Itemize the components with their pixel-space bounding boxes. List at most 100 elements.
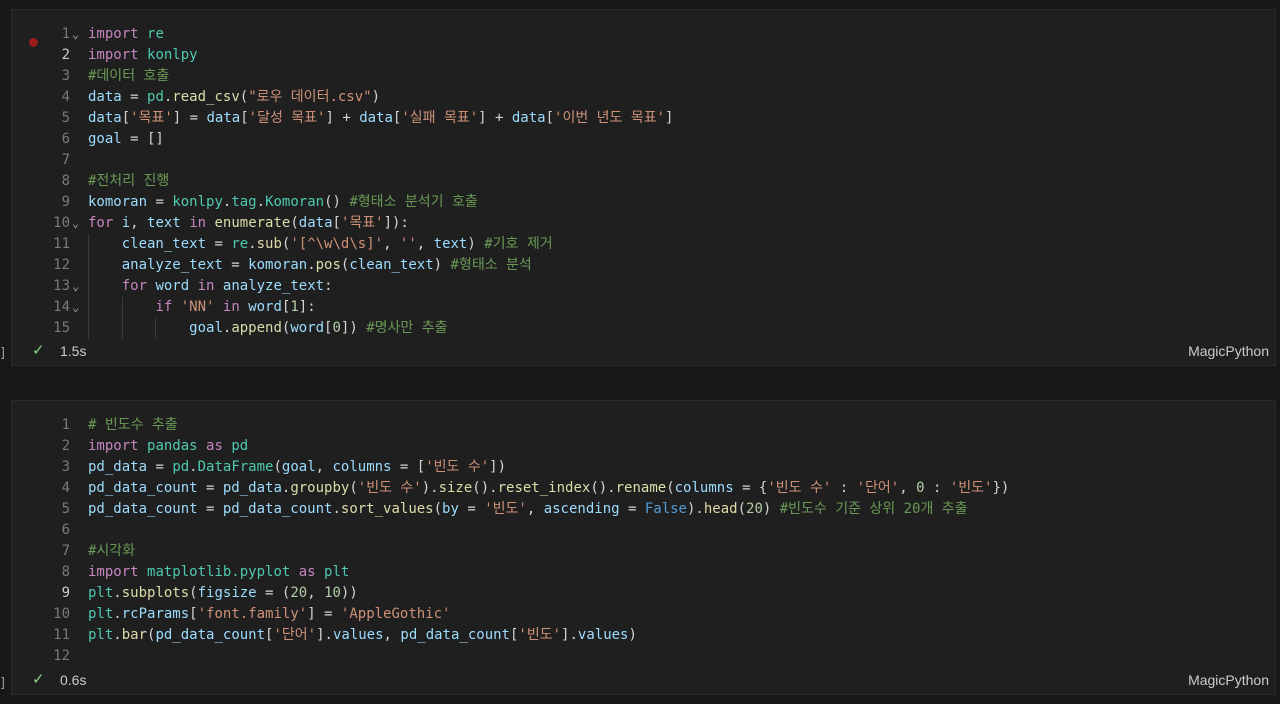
- code-cell-2[interactable]: 1 # 빈도수 추출 2 import pandas as pd 3 pd_data = …: [11, 400, 1276, 695]
- code-token: '실패 목표': [401, 110, 479, 126]
- code-token: figsize: [197, 585, 257, 601]
- code-line[interactable]: 10 plt.rcParams['font.family'] = 'AppleGo…: [12, 604, 1275, 625]
- code-token: 20: [290, 585, 308, 601]
- code-line[interactable]: 10 ⌄ for i, text in enumerate(data['목표']):: [12, 213, 1275, 234]
- code-token: by: [442, 501, 459, 517]
- code-line[interactable]: 1 ⌄ import re: [12, 24, 1275, 45]
- code-token: =: [222, 257, 249, 273]
- code-token: read_csv: [172, 89, 240, 105]
- code-text[interactable]: #데이터 호출: [88, 66, 169, 87]
- execution-time: 1.5s: [60, 343, 87, 359]
- code-token: plt: [88, 627, 114, 643]
- code-token: pos: [315, 257, 341, 273]
- code-line[interactable]: 8 #전처리 진행: [12, 171, 1275, 192]
- code-line[interactable]: 14 ⌄ if 'NN' in word[1]:: [12, 297, 1275, 318]
- code-token: (: [239, 89, 249, 105]
- code-token: data: [206, 110, 241, 126]
- code-text[interactable]: pd_data_count = pd_data_count.sort_value…: [88, 499, 968, 520]
- code-token: ].: [561, 627, 578, 643]
- chevron-down-icon[interactable]: ⌄: [72, 297, 79, 318]
- code-line[interactable]: 9 komoran = konlpy.tag.Komoran() #형태소 분석기…: [12, 192, 1275, 213]
- code-token: #기호 제거: [484, 236, 553, 252]
- code-token: pd_data_count: [222, 501, 333, 517]
- code-text[interactable]: data['목표'] = data['달성 목표'] + data['실패 목표…: [88, 108, 673, 129]
- code-token: (: [290, 215, 299, 231]
- code-line[interactable]: 7 #시각화: [12, 541, 1275, 562]
- code-text[interactable]: #시각화: [88, 541, 135, 562]
- language-indicator[interactable]: MagicPython: [1188, 343, 1269, 359]
- code-token: .: [332, 501, 341, 517]
- code-text[interactable]: import matplotlib.pyplot as plt: [88, 562, 349, 583]
- code-token: import: [88, 47, 139, 63]
- code-text[interactable]: for i, text in enumerate(data['목표']):: [88, 213, 409, 234]
- code-line[interactable]: 4 pd_data_count = pd_data.groupby('빈도 수')…: [12, 478, 1275, 499]
- code-line[interactable]: 3 #데이터 호출: [12, 66, 1275, 87]
- code-line[interactable]: 8 import matplotlib.pyplot as plt: [12, 562, 1275, 583]
- code-token: #데이터 호출: [88, 68, 170, 84]
- code-text[interactable]: pd_data_count = pd_data.groupby('빈도 수').…: [88, 478, 1009, 499]
- code-line[interactable]: 6: [12, 520, 1275, 541]
- code-text[interactable]: import re: [88, 24, 164, 45]
- code-line[interactable]: 11 clean_text = re.sub('[^\w\d\s]', '', …: [12, 234, 1275, 255]
- line-number: 8: [61, 173, 70, 189]
- code-line[interactable]: 12: [12, 646, 1275, 667]
- code-text[interactable]: if 'NN' in word[1]:: [88, 297, 315, 318]
- code-line[interactable]: 4 data = pd.read_csv("로우 데이터.csv"): [12, 87, 1275, 108]
- code-token: if: [155, 299, 173, 315]
- code-token: ): [371, 89, 381, 105]
- code-line[interactable]: 2 import pandas as pd: [12, 436, 1275, 457]
- code-text[interactable]: for word in analyze_text:: [88, 276, 333, 297]
- code-token: 'AppleGothic': [340, 606, 451, 622]
- code-token: '단어': [273, 627, 317, 643]
- code-line[interactable]: 5 data['목표'] = data['달성 목표'] + data['실패 목…: [12, 108, 1275, 129]
- code-text[interactable]: #전처리 진행: [88, 171, 169, 192]
- code-token: data: [88, 110, 122, 126]
- code-token: for: [88, 215, 114, 231]
- code-text[interactable]: clean_text = re.sub('[^\w\d\s]', '', tex…: [88, 234, 553, 255]
- code-line[interactable]: 2 import konlpy: [12, 45, 1275, 66]
- code-token: #빈도수 기준 상위 20개 추출: [779, 501, 968, 517]
- code-text[interactable]: # 빈도수 추출: [88, 415, 178, 436]
- code-line[interactable]: 5 pd_data_count = pd_data_count.sort_valu…: [12, 499, 1275, 520]
- code-line[interactable]: 7: [12, 150, 1275, 171]
- code-text[interactable]: goal = []: [88, 129, 164, 150]
- code-text[interactable]: plt.rcParams['font.family'] = 'AppleGoth…: [88, 604, 450, 625]
- code-token: [: [545, 110, 555, 126]
- chevron-down-icon[interactable]: ⌄: [72, 213, 79, 234]
- code-text[interactable]: plt.bar(pd_data_count['단어'].values, pd_d…: [88, 625, 637, 646]
- code-line[interactable]: 3 pd_data = pd.DataFrame(goal, columns = …: [12, 457, 1275, 478]
- code-line[interactable]: 11 plt.bar(pd_data_count['단어'].values, pd…: [12, 625, 1275, 646]
- code-token: clean_text: [121, 236, 207, 252]
- code-token: text: [147, 215, 181, 231]
- chevron-down-icon[interactable]: ⌄: [72, 276, 79, 297]
- code-line[interactable]: 12 analyze_text = komoran.pos(clean_text…: [12, 255, 1275, 276]
- code-line[interactable]: 6 goal = []: [12, 129, 1275, 150]
- code-token: ] =: [307, 606, 341, 622]
- code-token: rcParams: [121, 606, 190, 622]
- code-text[interactable]: import pandas as pd: [88, 436, 248, 457]
- code-token: [: [240, 110, 249, 126]
- code-line[interactable]: 15 goal.append(word[0]) #명사만 추출: [12, 318, 1275, 339]
- code-text[interactable]: pd_data = pd.DataFrame(goal, columns = […: [88, 457, 506, 478]
- code-token: ,: [899, 480, 917, 496]
- code-line[interactable]: 13 ⌄ for word in analyze_text:: [12, 276, 1275, 297]
- code-cell-1[interactable]: 1 ⌄ import re 2 import konlpy 3 #데이터 호출 4 data =…: [11, 9, 1276, 366]
- code-line[interactable]: 9 plt.subplots(figsize = (20, 10)): [12, 583, 1275, 604]
- code-text[interactable]: goal.append(word[0]) #명사만 추출: [88, 318, 447, 339]
- line-number: 12: [53, 257, 70, 273]
- code-token: analyze_text: [121, 257, 223, 273]
- code-text[interactable]: analyze_text = komoran.pos(clean_text) #…: [88, 255, 532, 276]
- code-text[interactable]: plt.subplots(figsize = (20, 10)): [88, 583, 358, 604]
- code-text[interactable]: import konlpy: [88, 45, 198, 66]
- code-token: .: [113, 627, 122, 643]
- code-text[interactable]: data = pd.read_csv("로우 데이터.csv"): [88, 87, 380, 108]
- chevron-down-icon[interactable]: ⌄: [72, 24, 79, 45]
- language-indicator[interactable]: MagicPython: [1188, 672, 1269, 688]
- code-text[interactable]: komoran = konlpy.tag.Komoran() #형태소 분석기 …: [88, 192, 478, 213]
- code-line[interactable]: 1 # 빈도수 추출: [12, 415, 1275, 436]
